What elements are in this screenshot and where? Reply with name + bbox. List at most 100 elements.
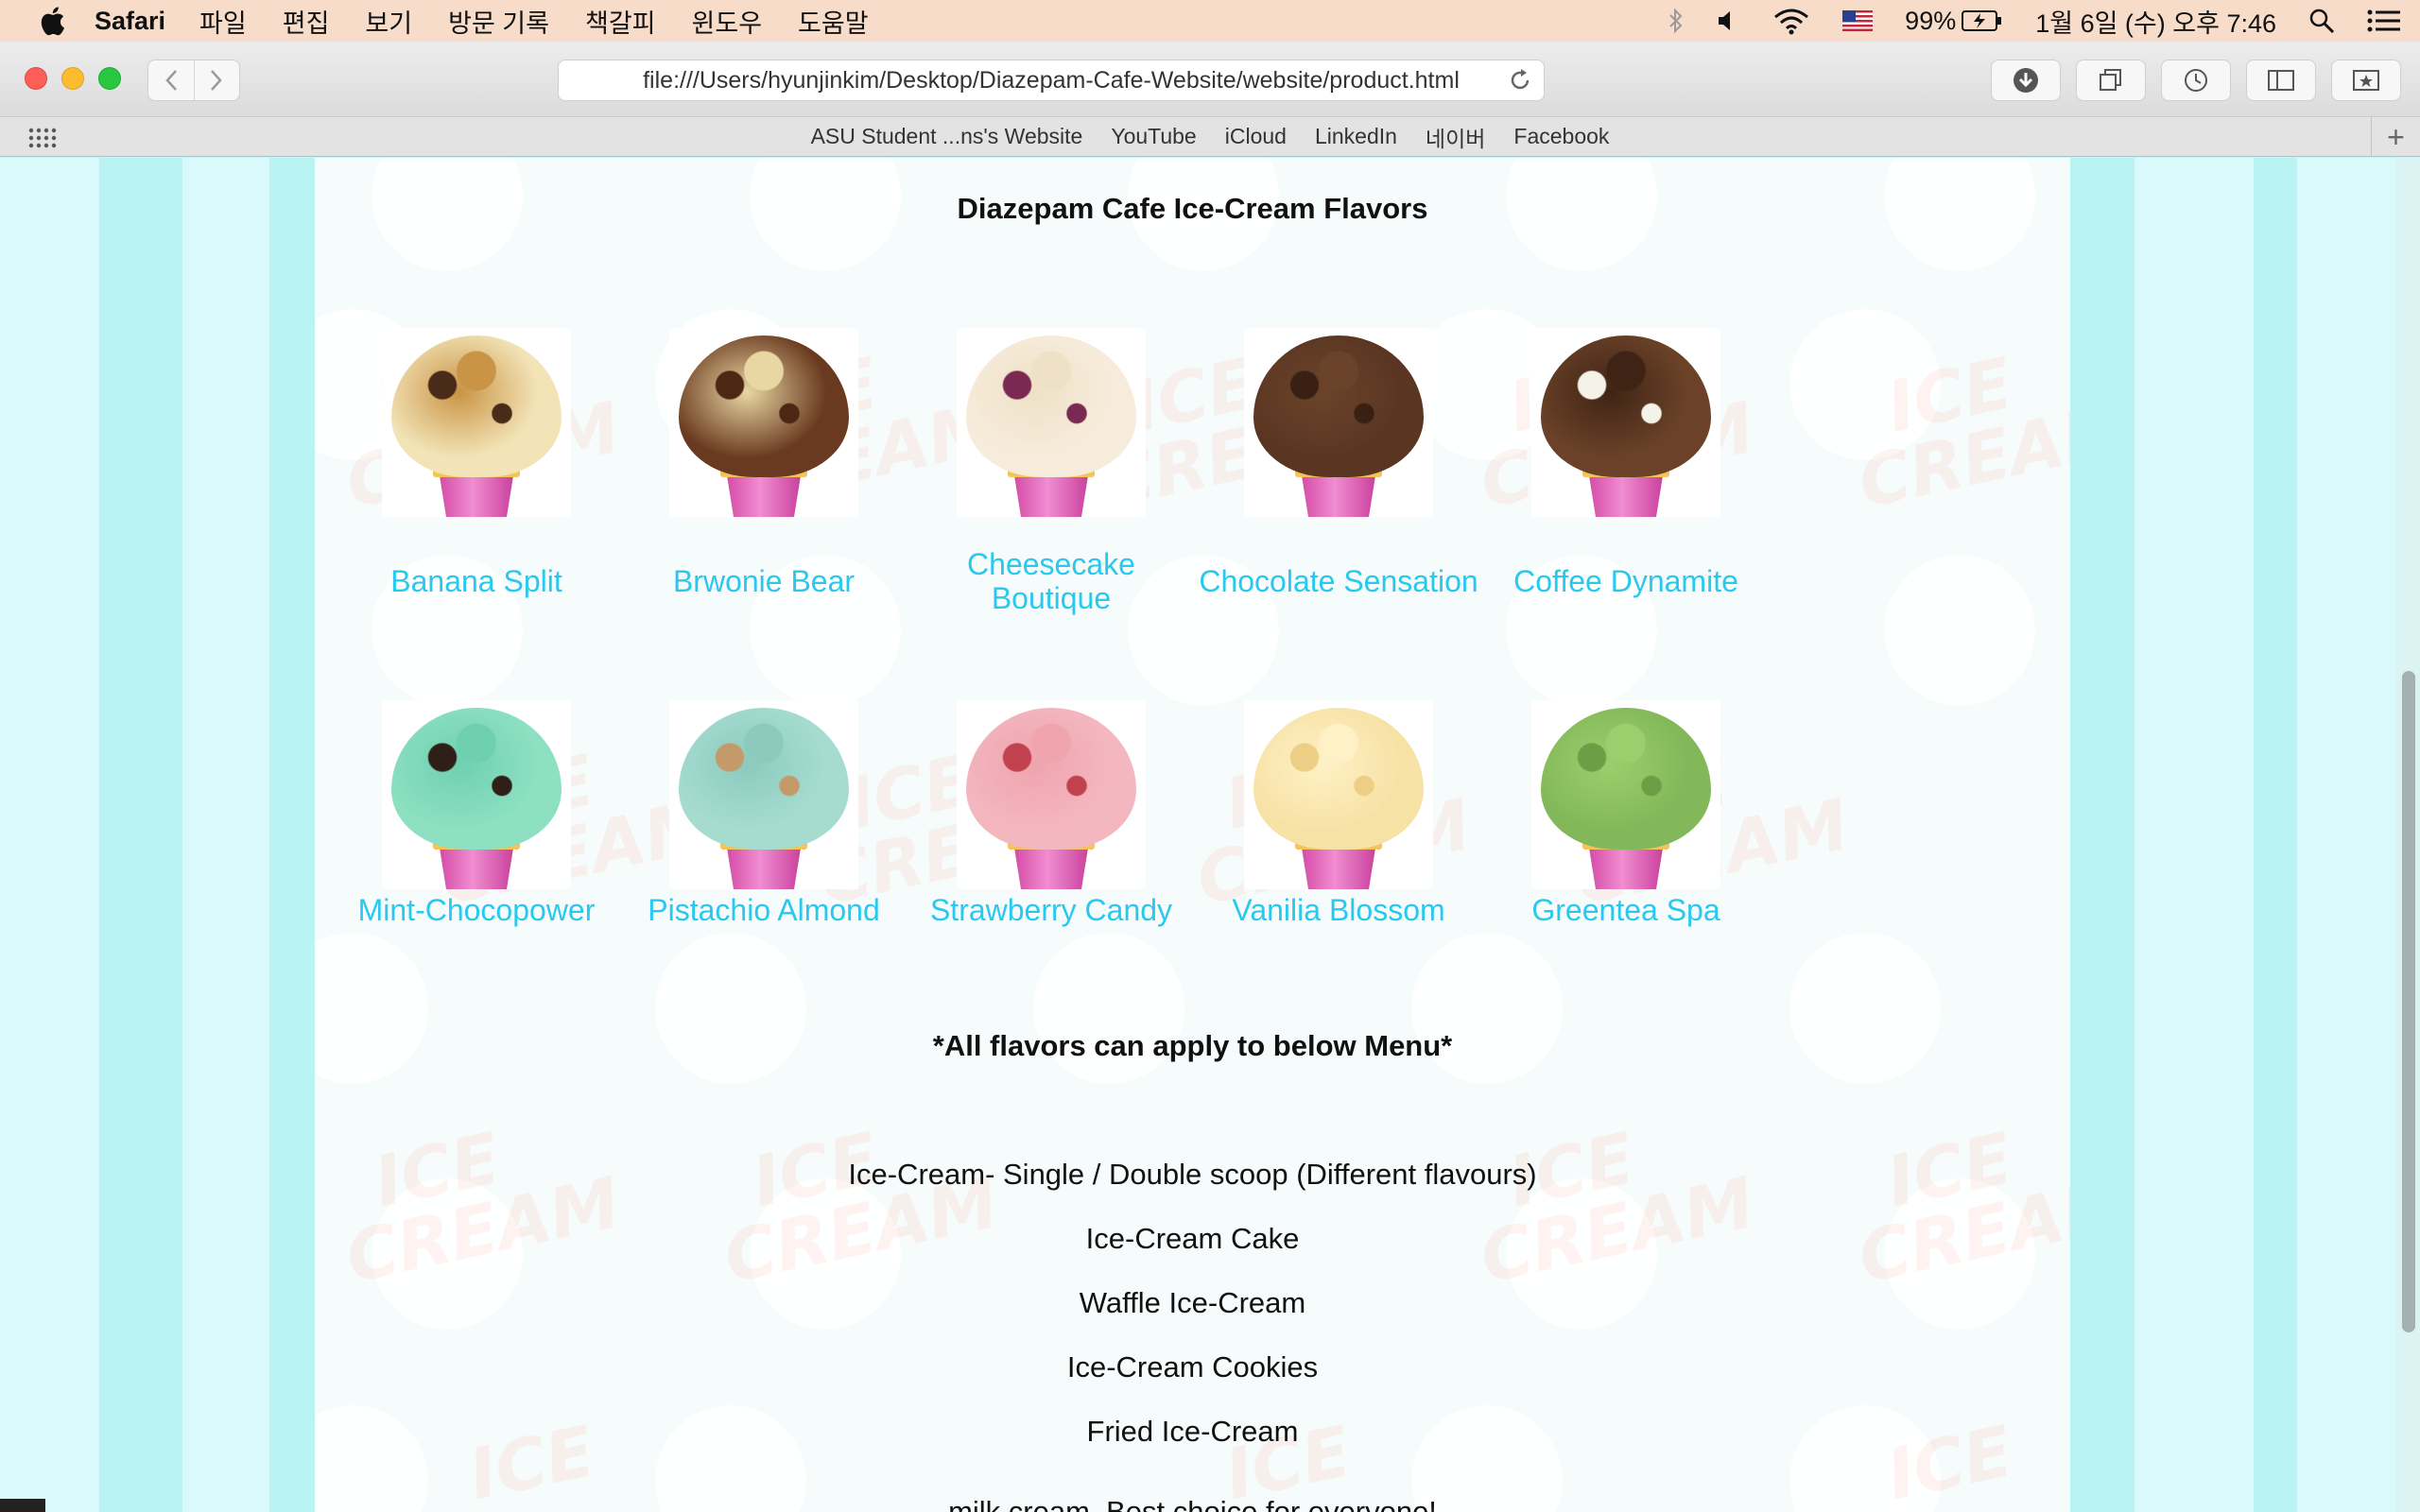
menu-bookmarks[interactable]: 책갈피	[585, 3, 656, 40]
apple-logo-icon[interactable]	[38, 6, 66, 36]
clock[interactable]: 1월 6일 (수) 오후 7:46	[2035, 3, 2276, 40]
flavor-link-cheesecake-boutique[interactable]: Cheesecake Boutique	[957, 547, 1146, 615]
flavor-link-vanilia-blossom[interactable]: Vanilia Blossom	[1197, 893, 1480, 927]
address-bar-url: file:///Users/hyunjinkim/Desktop/Diazepa…	[643, 66, 1460, 94]
volume-icon[interactable]	[1716, 9, 1740, 33]
bluetooth-icon[interactable]	[1668, 8, 1684, 34]
menu-item-cake: Ice-Cream Cake	[1085, 1222, 1300, 1255]
forward-button[interactable]	[193, 60, 240, 100]
flavor-card-banana-split[interactable]: Banana Split	[335, 328, 618, 598]
flavor-image[interactable]	[669, 328, 858, 517]
ice-cream-scoop-icon	[966, 335, 1136, 477]
bookmark-star-button[interactable]	[2331, 60, 2401, 101]
menu-item-scoop: Ice-Cream- Single / Double scoop (Differ…	[848, 1158, 1537, 1191]
menu-app-safari[interactable]: Safari	[95, 7, 165, 36]
menu-history[interactable]: 방문 기록	[448, 3, 549, 40]
flavor-image[interactable]	[382, 700, 571, 889]
macos-menu-bar: Safari 파일 편집 보기 방문 기록 책갈피 윈도우 도움말 99% 1월…	[0, 0, 2420, 42]
flavor-link-banana-split[interactable]: Banana Split	[335, 564, 618, 598]
flavor-card-brwonie-bear[interactable]: Brwonie Bear	[622, 328, 906, 598]
chevron-left-icon	[165, 70, 177, 91]
background-stripe	[0, 158, 99, 1512]
flavor-link-greentea-spa[interactable]: Greentea Spa	[1484, 893, 1768, 927]
background-stripe	[99, 158, 182, 1512]
flavor-link-chocolate-sensation[interactable]: Chocolate Sensation	[1197, 564, 1480, 598]
flavor-card-cheesecake-boutique[interactable]: Cheesecake Boutique	[909, 328, 1193, 615]
flavor-image[interactable]	[1244, 700, 1433, 889]
tab-overview-button[interactable]	[2076, 60, 2146, 101]
flavor-image[interactable]	[957, 328, 1146, 517]
ice-cream-scoop-icon	[679, 708, 849, 850]
scrollbar-thumb[interactable]	[2402, 671, 2415, 1332]
ice-cream-scoop-icon	[679, 335, 849, 477]
sidebar-button[interactable]	[2246, 60, 2316, 101]
flavor-link-mint-chocopower[interactable]: Mint-Chocopower	[335, 893, 618, 927]
ice-cream-scoop-icon	[966, 708, 1136, 850]
flavor-link-brwonie-bear[interactable]: Brwonie Bear	[622, 564, 906, 598]
history-button[interactable]	[2161, 60, 2231, 101]
flavor-image[interactable]	[1531, 328, 1720, 517]
flavor-image[interactable]	[382, 328, 571, 517]
fullscreen-window-button[interactable]	[98, 67, 121, 90]
bookmark-asu-student[interactable]: ASU Student ...ns's Website	[811, 124, 1083, 149]
downloads-button[interactable]	[1991, 60, 2061, 101]
flavor-card-vanilia-blossom[interactable]: Vanilia Blossom	[1197, 700, 1480, 927]
wifi-icon[interactable]	[1772, 7, 1810, 35]
back-button[interactable]	[148, 60, 194, 100]
menu-help[interactable]: 도움말	[798, 3, 869, 40]
flavor-image[interactable]	[1531, 700, 1720, 889]
background-stripe	[2254, 158, 2297, 1512]
page-title: Diazepam Cafe Ice-Cream Flavors	[957, 192, 1428, 225]
favorites-grid-icon[interactable]	[28, 128, 57, 148]
flavor-card-greentea-spa[interactable]: Greentea Spa	[1484, 700, 1768, 927]
menu-item-waffle: Waffle Ice-Cream	[1079, 1286, 1306, 1319]
browser-toolbar: file:///Users/hyunjinkim/Desktop/Diazepa…	[0, 42, 2420, 117]
menu-file[interactable]: 파일	[199, 3, 247, 40]
flavor-link-coffee-dynamite[interactable]: Coffee Dynamite	[1484, 564, 1768, 598]
minimize-window-button[interactable]	[61, 67, 84, 90]
menu-item-cookies: Ice-Cream Cookies	[1066, 1350, 1319, 1383]
menu-edit[interactable]: 편집	[283, 3, 330, 40]
flavor-image[interactable]	[669, 700, 858, 889]
bookmark-linkedin[interactable]: LinkedIn	[1315, 124, 1397, 149]
download-icon	[2014, 68, 2038, 93]
bookmark-facebook[interactable]: Facebook	[1513, 124, 1609, 149]
tabs-icon	[2100, 69, 2121, 91]
battery-icon[interactable]	[1962, 9, 2003, 32]
close-window-button[interactable]	[25, 67, 47, 90]
flavor-link-strawberry-candy[interactable]: Strawberry Candy	[909, 893, 1193, 927]
flavor-card-chocolate-sensation[interactable]: Chocolate Sensation	[1197, 328, 1480, 598]
sidebar-icon	[2268, 70, 2294, 91]
clock-icon	[2185, 69, 2207, 92]
flavor-image[interactable]	[957, 700, 1146, 889]
reload-icon[interactable]	[1508, 68, 1532, 93]
bookmark-youtube[interactable]: YouTube	[1111, 124, 1196, 149]
flavor-card-strawberry-candy[interactable]: Strawberry Candy	[909, 700, 1193, 927]
menu-view[interactable]: 보기	[365, 3, 412, 40]
spotlight-search-icon[interactable]	[2308, 8, 2335, 34]
ice-cream-scoop-icon	[1253, 708, 1424, 850]
flavor-link-pistachio-almond[interactable]: Pistachio Almond	[622, 893, 906, 927]
background-stripe	[269, 158, 315, 1512]
flavor-image[interactable]	[1244, 328, 1433, 517]
ice-cream-scoop-icon	[1253, 335, 1424, 477]
chevron-right-icon	[211, 70, 222, 91]
flavor-card-mint-chocopower[interactable]: Mint-Chocopower	[335, 700, 618, 927]
partially-visible-text: milk cream. Best choice for everyone!	[948, 1495, 1437, 1512]
address-bar[interactable]: file:///Users/hyunjinkim/Desktop/Diazepa…	[558, 60, 1545, 101]
navigation-buttons	[147, 60, 240, 101]
menu-window[interactable]: 윈도우	[692, 3, 763, 40]
flavor-card-coffee-dynamite[interactable]: Coffee Dynamite	[1484, 328, 1768, 598]
main-content: ICE CREAM ICE CREAM ICE CREAM ICE CREAM …	[315, 158, 2070, 1512]
notification-center-icon[interactable]	[2367, 9, 2401, 33]
ice-cream-scoop-icon	[1541, 708, 1711, 850]
ice-cream-scoop-icon	[1541, 335, 1711, 477]
dock-edge	[0, 1499, 45, 1512]
new-tab-plus-button[interactable]: +	[2371, 117, 2420, 157]
us-flag-icon[interactable]	[1842, 10, 1874, 31]
bookmark-icloud[interactable]: iCloud	[1225, 124, 1287, 149]
star-icon	[2353, 70, 2379, 91]
flavor-card-pistachio-almond[interactable]: Pistachio Almond	[622, 700, 906, 927]
bookmark-naver[interactable]: 네이버	[1426, 121, 1485, 153]
menu-list: Ice-Cream- Single / Double scoop (Differ…	[315, 1143, 2070, 1464]
